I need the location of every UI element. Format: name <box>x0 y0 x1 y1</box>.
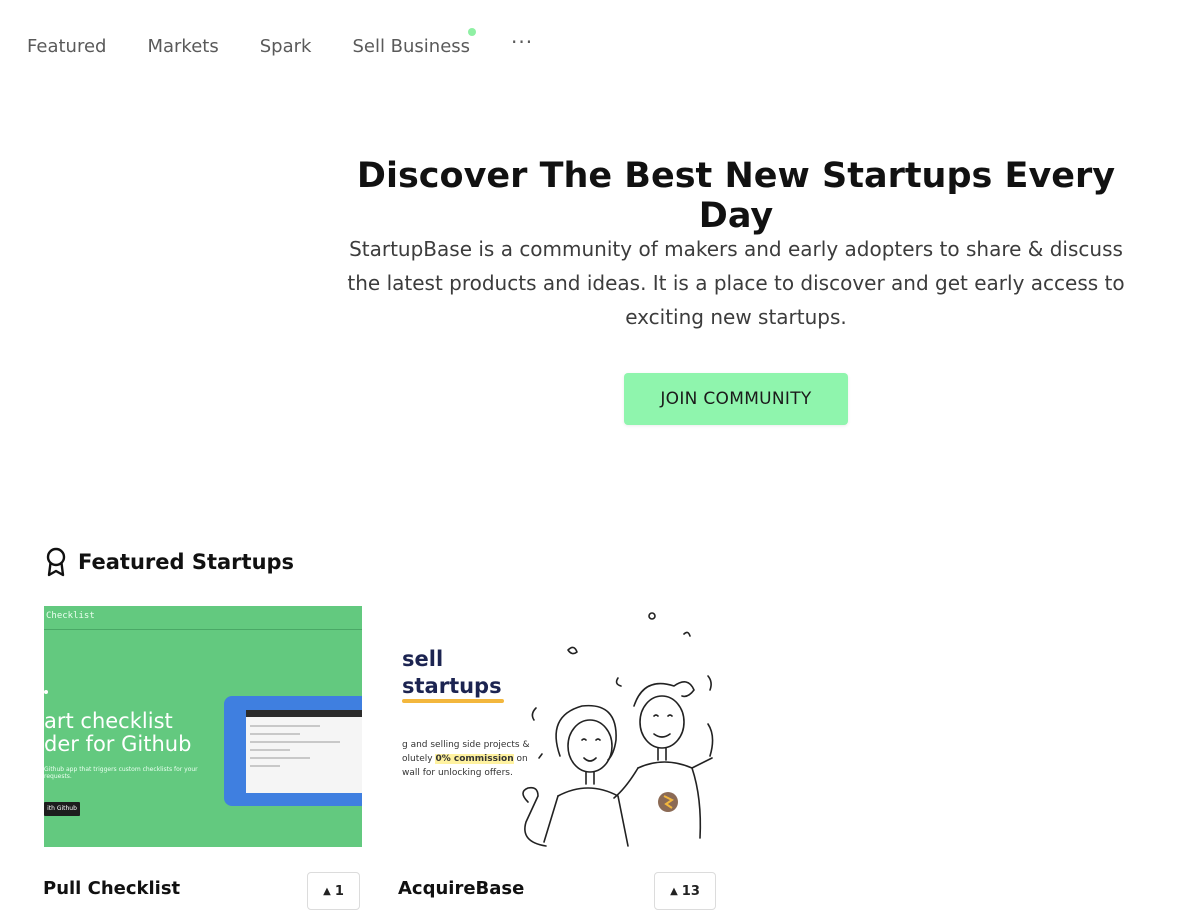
top-nav: Featured Markets Spark Sell Business ··· <box>27 27 533 60</box>
nav-spark[interactable]: Spark <box>260 36 312 57</box>
featured-startups-header: Featured Startups <box>44 546 294 578</box>
thumbnail-app-screenshot <box>224 696 362 806</box>
screenshot-line <box>250 757 310 759</box>
screenshot-line <box>250 725 320 727</box>
screenshot-line <box>250 741 340 743</box>
startup-name[interactable]: Pull Checklist <box>43 878 180 899</box>
thumbnail-header-bar: Checklist <box>44 606 362 630</box>
nav-markets[interactable]: Markets <box>147 36 218 57</box>
startup-thumbnail[interactable]: Checklist art checklist der for Github G… <box>44 606 362 847</box>
thumbnail-headline-line1: art checklist <box>44 709 173 733</box>
thumbnail-title-underline <box>402 699 504 703</box>
thumbnail-app-window <box>246 710 362 793</box>
two-people-illustration <box>522 612 714 847</box>
thumbnail-header-text: Checklist <box>46 611 95 621</box>
new-indicator-dot <box>468 27 477 36</box>
desc-pre: olutely <box>402 754 436 764</box>
upvote-arrow-icon: ▲ <box>670 885 678 897</box>
nav-sell-business[interactable]: Sell Business <box>352 27 477 57</box>
thumbnail-headline: art checklist der for Github <box>44 710 191 756</box>
screenshot-line <box>250 733 300 735</box>
screenshot-line <box>250 765 280 767</box>
more-menu-icon[interactable]: ··· <box>511 30 533 54</box>
hero-description: StartupBase is a community of makers and… <box>347 237 1125 329</box>
award-ribbon-icon <box>46 547 66 577</box>
thumbnail-subtext-line1: Github app that triggers custom checklis… <box>44 766 198 773</box>
join-community-button[interactable]: JOIN COMMUNITY <box>624 373 848 425</box>
thumbnail-subtext-line2: requests. <box>44 773 72 780</box>
thumbnail-headline-line2: der for Github <box>44 732 192 756</box>
upvote-arrow-icon: ▲ <box>323 885 331 897</box>
startup-card-acquirebase[interactable]: sell startups g and selling side project… <box>398 606 716 910</box>
hero-title: Discover The Best New Startups Every Day <box>356 156 1116 236</box>
upvote-count: 13 <box>681 883 700 899</box>
thumbnail-github-button: ith Github <box>44 802 80 816</box>
upvote-button[interactable]: ▲ 1 <box>307 872 360 910</box>
startup-name[interactable]: AcquireBase <box>398 878 524 899</box>
featured-startups-heading: Featured Startups <box>78 550 295 574</box>
upvote-button[interactable]: ▲ 13 <box>654 872 716 910</box>
thumbnail-subtext: Github app that triggers custom checklis… <box>44 766 198 780</box>
screenshot-line <box>250 749 290 751</box>
startup-card-pull-checklist[interactable]: Checklist art checklist der for Github G… <box>43 606 362 910</box>
nav-featured[interactable]: Featured <box>27 36 106 57</box>
thumbnail-title-startups: startups <box>402 674 502 698</box>
upvote-count: 1 <box>334 883 344 899</box>
thumbnail-title-sell: sell <box>402 647 444 671</box>
thumbnail-dot <box>44 690 48 694</box>
nav-sell-business-label: Sell Business <box>352 35 471 57</box>
startup-thumbnail[interactable]: sell startups g and selling side project… <box>398 606 716 847</box>
